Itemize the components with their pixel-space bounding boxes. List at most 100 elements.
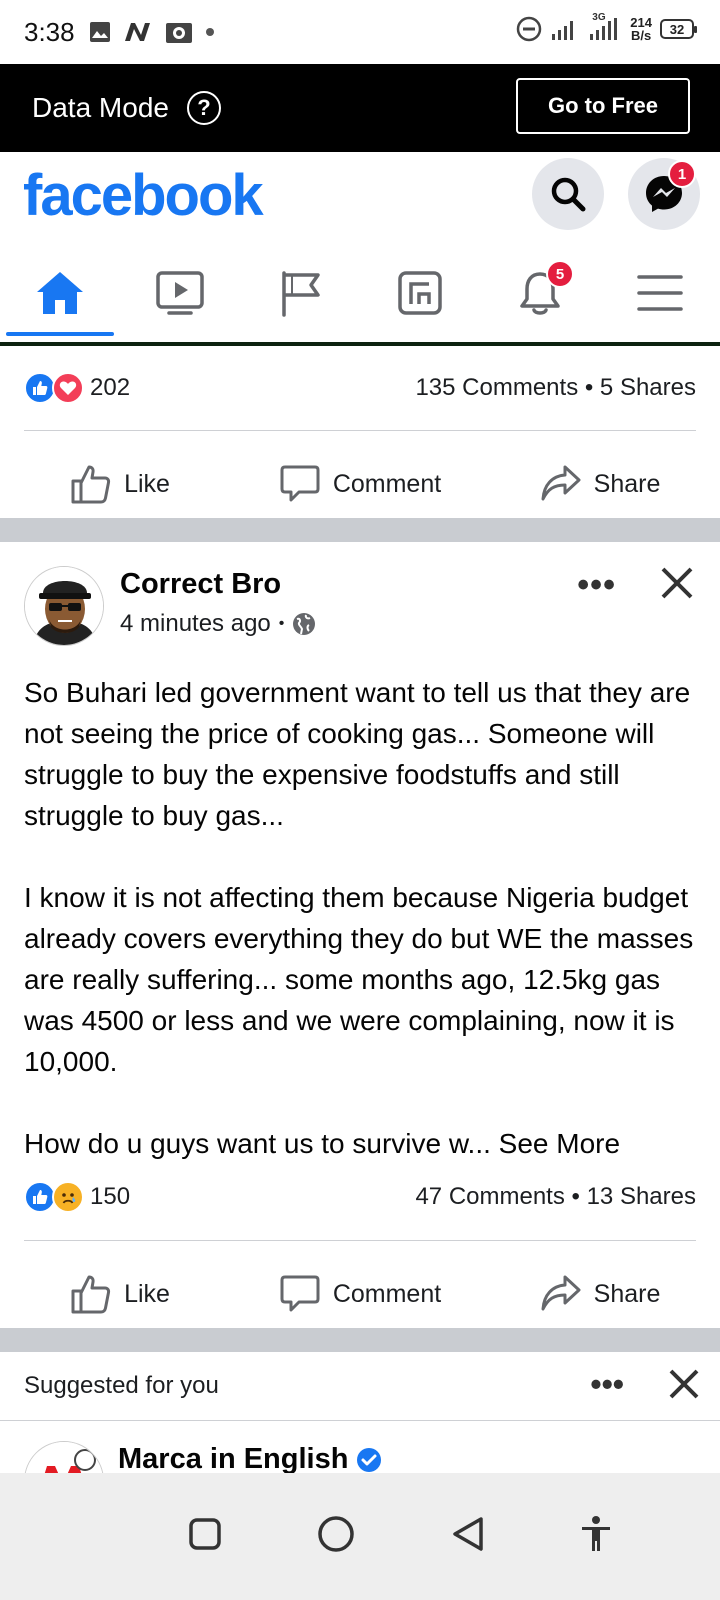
post2-reactions[interactable]: 150 47 Comments • 13 Shares bbox=[24, 1173, 696, 1221]
search-button[interactable] bbox=[532, 158, 604, 230]
feed-separator bbox=[0, 1328, 720, 1352]
camera-app-icon bbox=[165, 23, 192, 43]
globe-icon bbox=[293, 613, 316, 635]
suggested-page[interactable]: Marca in English bbox=[0, 1421, 720, 1473]
tab-watch[interactable] bbox=[120, 244, 240, 342]
post-more-options-button[interactable]: ••• bbox=[577, 566, 616, 605]
dot-icon bbox=[205, 28, 214, 36]
back-triangle-icon bbox=[453, 1517, 483, 1551]
like-button[interactable]: Like bbox=[0, 1250, 240, 1338]
comment-button[interactable]: Comment bbox=[240, 440, 480, 528]
app-header: facebook 1 bbox=[0, 152, 720, 244]
status-bar: 3:38 3G 214 B/s 32 bbox=[0, 0, 720, 64]
verified-badge-icon bbox=[357, 1447, 382, 1472]
tab-pages[interactable] bbox=[240, 244, 360, 342]
messenger-badge: 1 bbox=[668, 160, 696, 188]
page-name-label: Marca in English bbox=[118, 1443, 349, 1473]
battery-icon: 32 bbox=[660, 19, 697, 39]
close-icon bbox=[669, 1369, 699, 1399]
post-time[interactable]: 4 minutes ago bbox=[120, 610, 271, 638]
search-icon bbox=[551, 177, 586, 212]
comment-label: Comment bbox=[332, 469, 442, 498]
gallery-icon bbox=[89, 22, 110, 42]
main-nav: 5 bbox=[0, 244, 720, 342]
sad-reaction-icon bbox=[52, 1181, 84, 1213]
divider bbox=[24, 430, 696, 431]
like-label: Like bbox=[124, 469, 170, 498]
comments-shares-count[interactable]: 47 Comments • 13 Shares bbox=[415, 1183, 696, 1211]
net-speed: 214 B/s bbox=[630, 16, 652, 42]
post-last-line: How do u guys want us to survive w... bbox=[24, 1128, 499, 1159]
page-avatar[interactable] bbox=[24, 1441, 104, 1473]
tab-gaming[interactable] bbox=[360, 244, 480, 342]
help-icon[interactable]: ? bbox=[186, 91, 221, 125]
thumbs-up-icon bbox=[71, 465, 111, 504]
post-text: So Buhari led government want to tell us… bbox=[24, 672, 704, 1164]
hide-post-button[interactable] bbox=[660, 566, 694, 605]
recents-button[interactable] bbox=[188, 1517, 222, 1556]
love-reaction-icon bbox=[52, 372, 84, 404]
notifications-badge: 5 bbox=[546, 260, 574, 288]
like-button[interactable]: Like bbox=[0, 440, 240, 528]
comment-icon bbox=[280, 465, 320, 502]
post-paragraph-truncated: How do u guys want us to survive w... Se… bbox=[24, 1123, 704, 1164]
share-arrow-icon bbox=[541, 1275, 581, 1311]
share-label: Share bbox=[593, 1279, 661, 1308]
back-button[interactable] bbox=[451, 1515, 485, 1558]
suggested-label: Suggested for you bbox=[24, 1372, 219, 1399]
accessibility-button[interactable] bbox=[580, 1515, 612, 1558]
messenger-button[interactable]: 1 bbox=[628, 158, 700, 230]
suggested-header: Suggested for you ••• bbox=[0, 1352, 720, 1420]
accessibility-icon bbox=[582, 1516, 611, 1551]
post2-actions: Like Comment Share bbox=[0, 1250, 720, 1338]
share-label: Share bbox=[593, 469, 661, 498]
post-header: Correct Bro 4 minutes ago • ••• bbox=[24, 566, 696, 650]
see-more-link[interactable]: See More bbox=[499, 1128, 620, 1159]
comment-button[interactable]: Comment bbox=[240, 1250, 480, 1338]
n-app-icon bbox=[124, 23, 150, 41]
page-name[interactable]: Marca in English bbox=[118, 1443, 382, 1473]
network-type-icon: 3G bbox=[588, 12, 622, 42]
tab-notifications[interactable]: 5 bbox=[480, 244, 600, 342]
data-mode-bar: Data Mode ? Go to Free bbox=[0, 64, 720, 152]
post-paragraph: I know it is not affecting them because … bbox=[24, 882, 694, 1077]
reaction-icons bbox=[24, 372, 84, 404]
reaction-count: 150 bbox=[90, 1183, 131, 1210]
data-mode-label: Data Mode bbox=[32, 92, 169, 123]
tab-menu[interactable] bbox=[600, 244, 720, 342]
like-label: Like bbox=[124, 1279, 170, 1308]
facebook-logo[interactable]: facebook bbox=[23, 162, 264, 229]
close-icon bbox=[661, 567, 693, 599]
go-to-free-button[interactable]: Go to Free bbox=[516, 78, 690, 134]
author-name[interactable]: Correct Bro bbox=[120, 568, 281, 601]
feed-separator bbox=[0, 518, 720, 542]
share-button[interactable]: Share bbox=[480, 1250, 720, 1338]
dnd-icon bbox=[517, 16, 542, 42]
status-right-icons: 3G 214 B/s 32 bbox=[516, 12, 697, 42]
share-arrow-icon bbox=[541, 465, 581, 501]
post1-reactions[interactable]: 202 135 Comments • 5 Shares bbox=[24, 364, 696, 412]
signal-icon bbox=[552, 21, 574, 40]
meta-dot: • bbox=[278, 615, 285, 632]
video-icon bbox=[156, 271, 204, 315]
gaming-icon bbox=[398, 271, 442, 315]
share-button[interactable]: Share bbox=[480, 440, 720, 528]
reaction-icons bbox=[24, 1181, 84, 1213]
tab-home[interactable] bbox=[0, 244, 120, 342]
comment-label: Comment bbox=[332, 1279, 442, 1308]
flag-icon bbox=[282, 271, 320, 317]
home-system-button[interactable] bbox=[317, 1515, 355, 1558]
square-icon bbox=[189, 1518, 221, 1550]
post-meta: 4 minutes ago • bbox=[120, 610, 316, 638]
suggested-more-options-button[interactable]: ••• bbox=[590, 1366, 624, 1403]
thumbs-up-icon bbox=[71, 1275, 111, 1314]
network-type-label: 3G bbox=[592, 12, 606, 23]
comments-shares-count[interactable]: 135 Comments • 5 Shares bbox=[415, 374, 696, 402]
author-avatar[interactable] bbox=[24, 566, 104, 646]
status-time: 3:38 bbox=[24, 16, 75, 47]
system-nav-bar bbox=[0, 1473, 720, 1600]
comment-icon bbox=[280, 1275, 320, 1312]
post-paragraph: So Buhari led government want to tell us… bbox=[24, 677, 691, 831]
divider bbox=[24, 1240, 696, 1241]
hide-suggestion-button[interactable] bbox=[668, 1368, 700, 1407]
